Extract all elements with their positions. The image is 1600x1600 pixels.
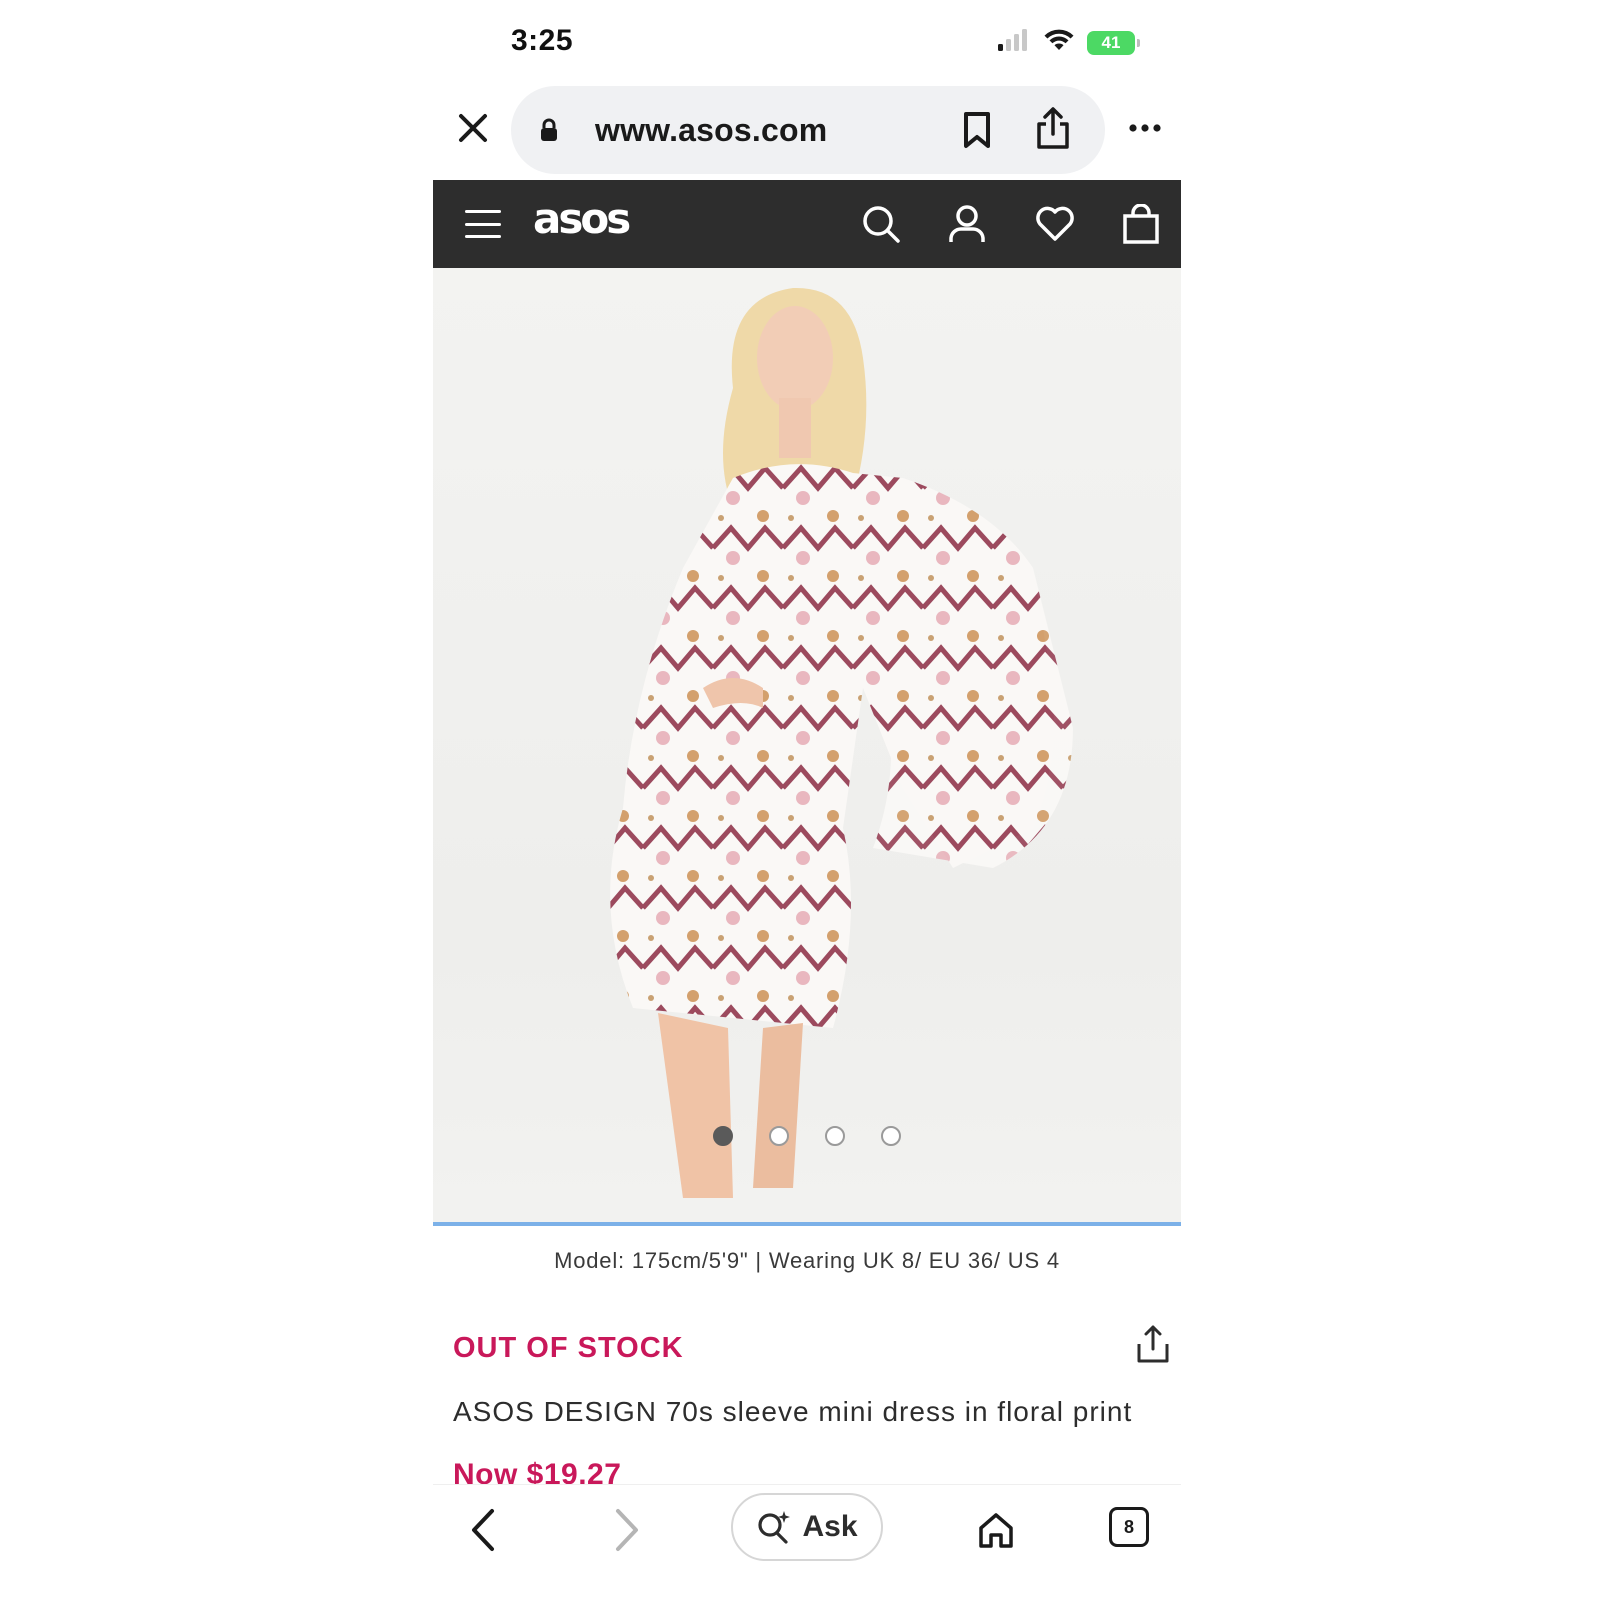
heart-icon [1036,206,1074,241]
account-button[interactable] [945,202,989,246]
account-icon [949,205,985,242]
bookmark-button[interactable] [955,108,999,152]
battery-level: 41 [1101,32,1121,52]
share-button[interactable] [1031,104,1075,152]
ask-button[interactable]: Ask [731,1493,883,1561]
home-icon [979,1513,1013,1548]
signal-icon [997,28,1031,57]
tab-count: 8 [1123,1516,1134,1537]
status-time: 3:25 [511,24,574,57]
status-bar: 3:25 41 [433,0,1181,84]
ask-label: Ask [802,1510,858,1543]
share-icon [1037,107,1069,149]
forward-button[interactable] [605,1505,649,1555]
url-text: www.asos.com [595,112,828,148]
bag-button[interactable] [1119,202,1163,246]
browser-bottom-bar: Ask 8 [433,1484,1181,1600]
model-info: Model: 175cm/5'9" | Wearing UK 8/ EU 36/… [554,1248,1060,1273]
battery-icon: 41 [1087,30,1140,55]
status-indicators: 41 [997,28,1140,57]
gallery-dot[interactable] [881,1126,901,1146]
product-share-button[interactable] [1133,1322,1173,1366]
product-title: ASOS DESIGN 70s sleeve mini dress in flo… [453,1396,1133,1427]
share-icon [1137,1325,1169,1363]
product-image[interactable] [433,268,1181,1222]
site-header: asos [433,180,1181,268]
bag-icon [1123,204,1159,244]
search-button[interactable] [859,202,903,246]
back-icon [472,1509,494,1551]
address-bar[interactable]: www.asos.com [511,86,1105,174]
ai-search-icon [758,1511,791,1544]
menu-icon[interactable] [465,206,501,242]
tabs-button[interactable]: 8 [1109,1507,1149,1547]
browser-toolbar: www.asos.com [433,84,1181,180]
gallery-dot[interactable] [825,1126,845,1146]
forward-icon [616,1509,638,1551]
product-photo [610,287,1073,1198]
back-button[interactable] [461,1505,505,1555]
bookmark-icon [964,112,990,148]
gallery-dot[interactable] [769,1126,789,1146]
lock-icon [541,118,557,141]
image-scroll-indicator [433,1222,1181,1226]
stock-status: OUT OF STOCK [453,1332,684,1364]
more-button[interactable] [1123,108,1167,148]
close-icon [459,114,487,142]
wifi-icon [1043,28,1075,57]
home-button[interactable] [971,1505,1021,1555]
product-price: Now $19.27 [453,1458,622,1484]
close-button[interactable] [451,106,495,150]
phone-screen: 3:25 41 www.asos.com asos Model: 175cm/5… [433,0,1181,1600]
gallery-dot[interactable] [713,1126,733,1146]
saved-items-button[interactable] [1033,202,1077,246]
gallery-dots [433,1126,1181,1146]
more-icon [1129,124,1161,132]
asos-logo[interactable]: asos [533,194,631,243]
search-icon [863,206,900,243]
